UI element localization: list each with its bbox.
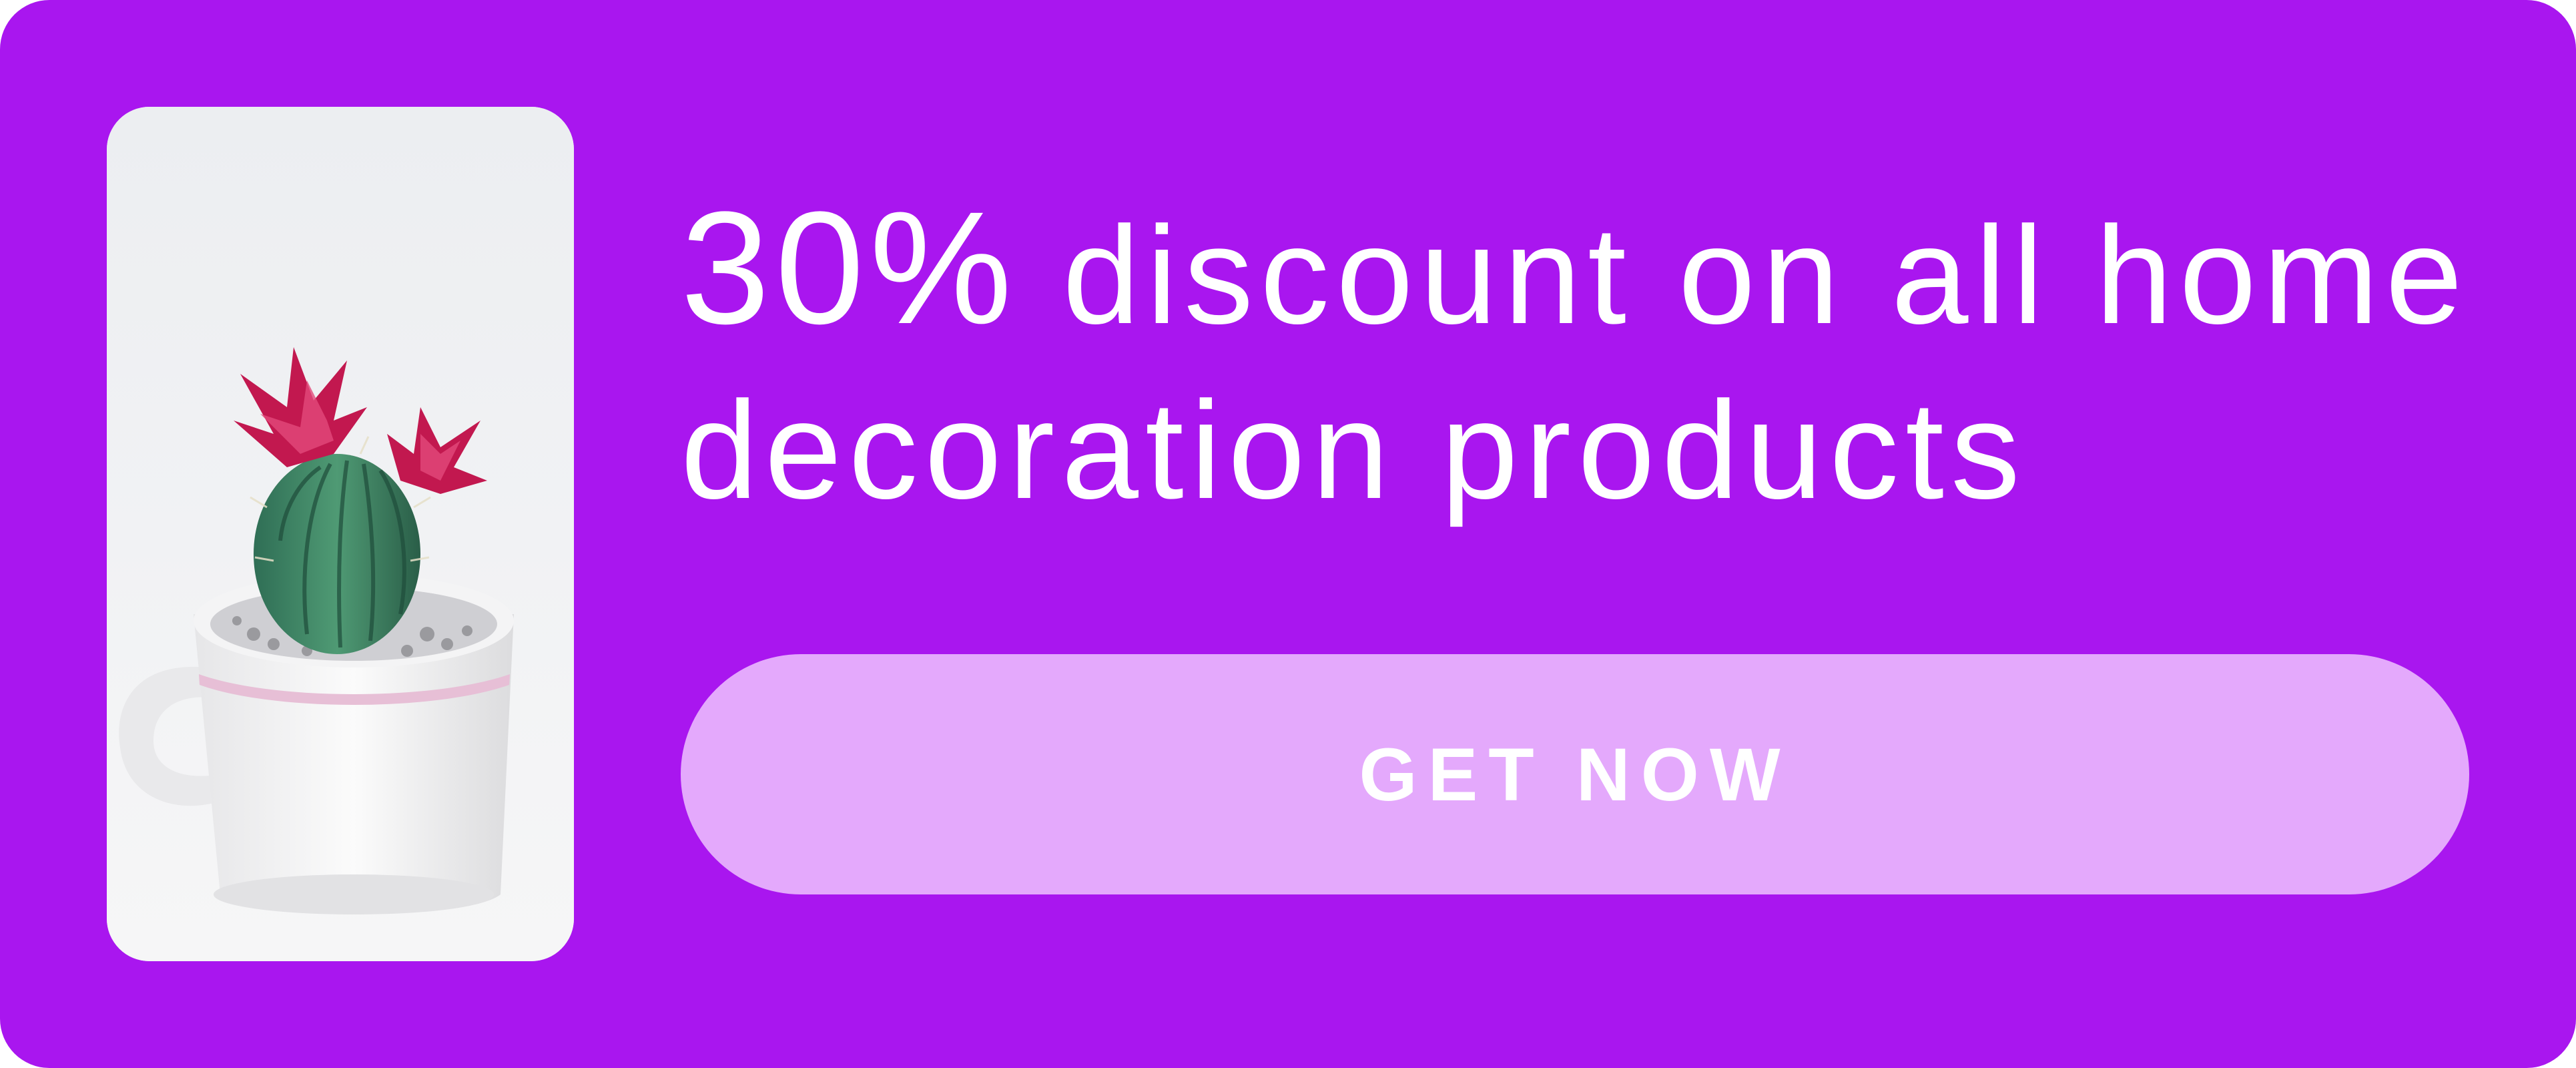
promo-banner: 30% discount on all home decoration prod… (0, 0, 2576, 1068)
cactus-in-cup-icon (107, 107, 574, 961)
discount-percent: 30% (681, 178, 1018, 357)
promo-headline: 30% discount on all home decoration prod… (681, 180, 2483, 538)
product-photo (107, 107, 574, 961)
get-now-button[interactable]: GET NOW (681, 654, 2469, 894)
